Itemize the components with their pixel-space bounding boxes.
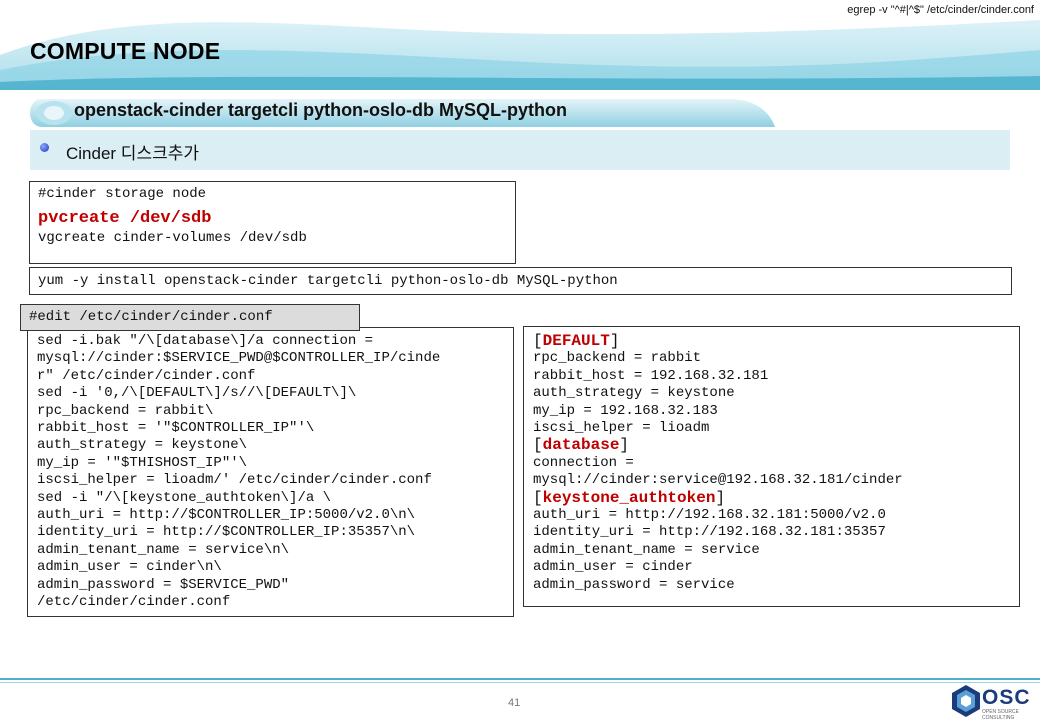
section-header-default: [DEFAULT]: [533, 332, 620, 350]
code-line: admin_user = cinder\n\: [37, 559, 222, 576]
pvcreate-command: pvcreate: [38, 209, 120, 229]
code-line: r" /etc/cinder/cinder.conf: [37, 367, 256, 384]
storage-node-box: #cinder storage node pvcreate /dev/sdb v…: [29, 181, 516, 264]
section-header-keystone: [keystone_authtoken]: [533, 488, 726, 507]
code-line: identity_uri = http://$CONTROLLER_IP:353…: [37, 524, 416, 541]
conf-line: auth_strategy = keystone: [533, 385, 735, 402]
vgcreate-line: vgcreate cinder-volumes /dev/sdb: [38, 230, 307, 247]
pvcreate-line: pvcreate /dev/sdb: [38, 208, 507, 230]
footer-divider: [0, 678, 1040, 680]
code-line: my_ip = '"$THISHOST_IP"'\: [37, 454, 248, 471]
section-name: keystone_authtoken: [542, 488, 716, 507]
subheading-text: Cinder 디스크추가: [66, 144, 200, 163]
page-number: 41: [508, 697, 521, 709]
storage-comment: #cinder storage node: [38, 186, 207, 202]
conf-line: admin_user = cinder: [533, 559, 693, 576]
code-line: sed -i "/\[keystone_authtoken\]/a \: [37, 489, 332, 506]
section-header-database: [database]: [533, 436, 630, 455]
page-title: COMPUTE NODE: [30, 38, 221, 64]
code-line: rpc_backend = rabbit\: [37, 402, 214, 419]
code-line: admin_tenant_name = service\n\: [37, 541, 290, 558]
code-line: sed -i '0,/\[DEFAULT\]/s//\[DEFAULT\]\: [37, 385, 357, 402]
bullet-icon: [40, 143, 49, 152]
conf-line: rabbit_host = 192.168.32.181: [533, 367, 769, 384]
code-line: /etc/cinder/cinder.conf: [37, 594, 231, 611]
install-command-box: yum -y install openstack-cinder targetcl…: [29, 267, 1012, 295]
pvcreate-arg: /dev/sdb: [129, 209, 212, 229]
code-line: auth_uri = http://$CONTROLLER_IP:5000/v2…: [37, 507, 416, 524]
packages-title: openstack-cinder targetcli python-oslo-d…: [74, 100, 568, 120]
code-line: iscsi_helper = lioadm/' /etc/cinder/cind…: [37, 472, 432, 489]
osc-logo-icon: [952, 685, 980, 717]
footer-divider-thin: [0, 682, 1040, 683]
conf-line: identity_uri = http://192.168.32.181:353…: [533, 524, 886, 541]
logo-text: OSC: [982, 686, 1031, 709]
code-line: auth_strategy = keystone\: [37, 437, 248, 454]
conf-line: iscsi_helper = lioadm: [533, 420, 710, 437]
code-line: rabbit_host = '"$CONTROLLER_IP"'\: [37, 420, 315, 437]
code-line: admin_password = $SERVICE_PWD": [37, 576, 290, 593]
conf-line: rpc_backend = rabbit: [533, 350, 702, 367]
code-line: sed -i.bak "/\[database\]/a connection =: [37, 333, 374, 349]
code-line: mysql://cinder:$SERVICE_PWD@$CONTROLLER_…: [37, 350, 441, 367]
conf-line: my_ip = 192.168.32.183: [533, 402, 718, 419]
conf-line: connection =: [533, 454, 634, 471]
edit-file-label: #edit /etc/cinder/cinder.conf: [20, 304, 360, 331]
conf-line: mysql://cinder:service@192.168.32.181/ci…: [533, 472, 903, 489]
sed-commands-box: sed -i.bak "/\[database\]/a connection =…: [27, 327, 514, 617]
section-name: DEFAULT: [542, 332, 610, 350]
header-command-text: egrep -v "^#|^$" /etc/cinder/cinder.conf: [847, 4, 1034, 16]
conf-line: auth_uri = http://192.168.32.181:5000/v2…: [533, 507, 886, 524]
conf-line: admin_tenant_name = service: [533, 541, 760, 558]
install-command: yum -y install openstack-cinder targetcl…: [38, 273, 618, 289]
section-name: database: [542, 436, 620, 455]
conf-line: admin_password = service: [533, 576, 735, 593]
cinder-conf-box: [DEFAULT] rpc_backend = rabbit rabbit_ho…: [523, 326, 1020, 607]
logo-subtext: OPEN SOURCE CONSULTING: [982, 709, 1019, 721]
